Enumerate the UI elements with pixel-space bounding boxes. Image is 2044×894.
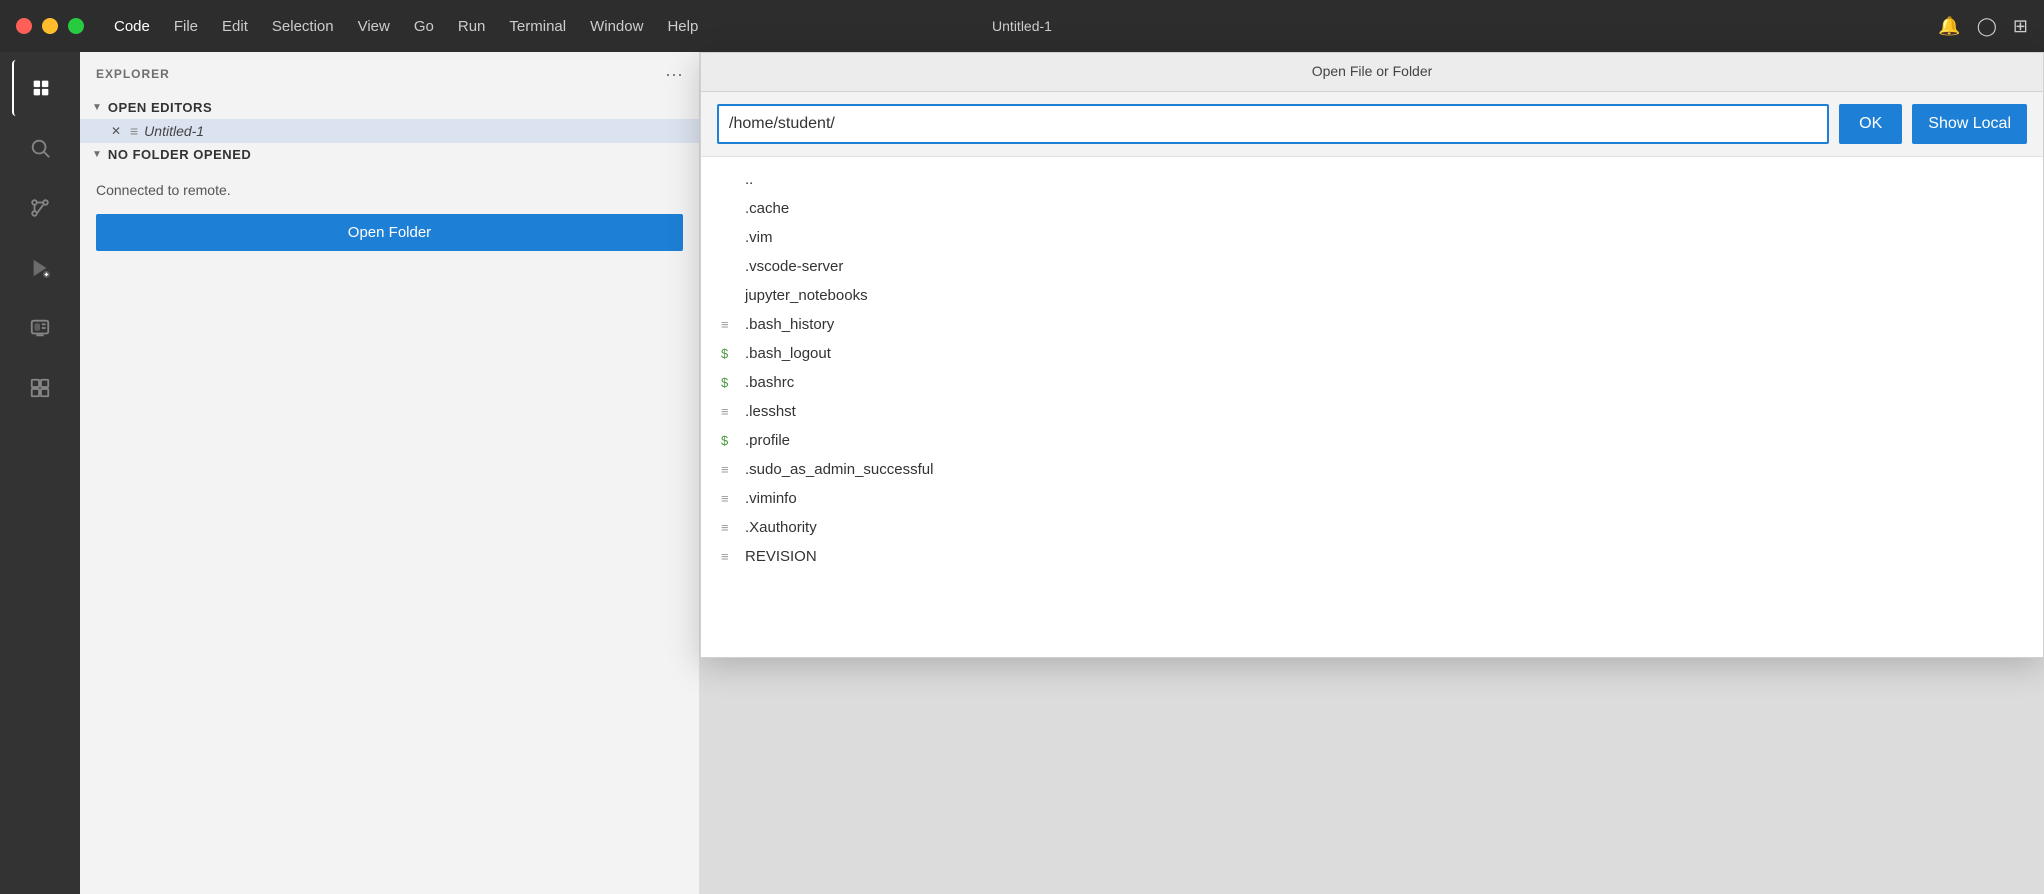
file-name: .bash_logout — [745, 345, 831, 362]
no-folder-label: NO FOLDER OPENED — [108, 147, 251, 162]
show-local-button[interactable]: Show Local — [1912, 104, 2027, 144]
menu-help[interactable]: Help — [657, 14, 708, 39]
file-name: .sudo_as_admin_successful — [745, 461, 933, 478]
file-name: .vscode-server — [745, 258, 843, 275]
list-item[interactable]: .. — [701, 165, 2043, 194]
sidebar-menu-icon[interactable]: ··· — [665, 64, 683, 85]
connected-text: Connected to remote. — [96, 182, 683, 198]
file-icon: ≡ — [721, 462, 737, 477]
title-bar-icons: 🔔 ◯ ⊞ — [1938, 16, 2028, 37]
dialog-title-bar: Open File or Folder — [701, 53, 2043, 92]
file-icon: ≡ — [721, 404, 737, 419]
file-name: .profile — [745, 432, 790, 449]
file-name: .vim — [745, 229, 773, 246]
file-name: .. — [745, 171, 753, 188]
path-input[interactable] — [717, 104, 1829, 144]
sidebar: EXPLORER ··· ▼ OPEN EDITORS ✕ ≡ Untitled… — [80, 52, 700, 894]
menu-view[interactable]: View — [348, 14, 400, 39]
maximize-button[interactable] — [68, 18, 84, 34]
file-close-icon[interactable]: ✕ — [108, 123, 124, 139]
activity-bar — [0, 52, 80, 894]
file-name: .bashrc — [745, 374, 794, 391]
profile-icon[interactable]: ◯ — [1977, 16, 1997, 37]
file-icon: ≡ — [721, 491, 737, 506]
file-name: .Xauthority — [745, 519, 817, 536]
file-name: .viminfo — [745, 490, 797, 507]
open-folder-button[interactable]: Open Folder — [96, 214, 683, 251]
open-editors-arrow: ▼ — [92, 102, 102, 113]
file-name: .cache — [745, 200, 789, 217]
list-item[interactable]: $ .bashrc — [701, 368, 2043, 397]
dialog-overlay: Open File or Folder OK Show Local .. .cac… — [700, 52, 2044, 894]
minimize-button[interactable] — [42, 18, 58, 34]
menu-code[interactable]: Code — [104, 14, 160, 39]
menu-file[interactable]: File — [164, 14, 208, 39]
untitled-file-item[interactable]: ✕ ≡ Untitled-1 — [80, 119, 699, 143]
untitled-filename: Untitled-1 — [144, 123, 204, 139]
file-icon: ≡ — [721, 549, 737, 564]
file-name: REVISION — [745, 548, 817, 565]
menu-window[interactable]: Window — [580, 14, 653, 39]
layout-icon[interactable]: ⊞ — [2013, 16, 2028, 37]
title-bar: Code File Edit Selection View Go Run Ter… — [0, 0, 2044, 52]
remote-activity-icon[interactable] — [12, 300, 68, 356]
window-title: Untitled-1 — [992, 18, 1052, 34]
explorer-activity-icon[interactable] — [12, 60, 68, 116]
file-icon: $ — [721, 375, 737, 390]
file-name: .lesshst — [745, 403, 796, 420]
traffic-lights — [16, 18, 84, 34]
search-activity-icon[interactable] — [12, 120, 68, 176]
file-icon: $ — [721, 346, 737, 361]
sidebar-header: EXPLORER ··· — [80, 52, 699, 96]
menu-go[interactable]: Go — [404, 14, 444, 39]
list-item[interactable]: ≡ REVISION — [701, 542, 2043, 571]
menu-edit[interactable]: Edit — [212, 14, 258, 39]
list-item[interactable]: jupyter_notebooks — [701, 281, 2043, 310]
list-item[interactable]: $ .profile — [701, 426, 2043, 455]
file-name: .bash_history — [745, 316, 834, 333]
list-item[interactable]: .vscode-server — [701, 252, 2043, 281]
file-icon: $ — [721, 433, 737, 448]
file-type-icon: ≡ — [130, 123, 138, 139]
list-item[interactable]: .vim — [701, 223, 2043, 252]
menu-run[interactable]: Run — [448, 14, 496, 39]
file-list: .. .cache .vim .vscode-server jupyter_notebo… — [701, 157, 2043, 657]
open-file-dialog: Open File or Folder OK Show Local .. .cac… — [700, 52, 2044, 658]
notification-icon[interactable]: 🔔 — [1938, 16, 1960, 37]
list-item[interactable]: .cache — [701, 194, 2043, 223]
editor-area: Open File or Folder OK Show Local .. .cac… — [700, 52, 2044, 894]
ok-button[interactable]: OK — [1839, 104, 1902, 144]
file-icon: ≡ — [721, 520, 737, 535]
dialog-header: OK Show Local — [701, 92, 2043, 157]
file-icon: ≡ — [721, 317, 737, 332]
no-folder-arrow: ▼ — [92, 149, 102, 160]
open-editors-section[interactable]: ▼ OPEN EDITORS — [80, 96, 699, 119]
close-button[interactable] — [16, 18, 32, 34]
list-item[interactable]: $ .bash_logout — [701, 339, 2043, 368]
no-folder-section[interactable]: ▼ NO FOLDER OPENED — [80, 143, 699, 166]
explorer-title: EXPLORER — [96, 67, 170, 81]
extensions-activity-icon[interactable] — [12, 360, 68, 416]
source-control-activity-icon[interactable] — [12, 180, 68, 236]
menu-terminal[interactable]: Terminal — [499, 14, 576, 39]
open-editors-label: OPEN EDITORS — [108, 100, 212, 115]
dialog-title: Open File or Folder — [1312, 63, 1433, 79]
menu-selection[interactable]: Selection — [262, 14, 344, 39]
main-container: EXPLORER ··· ▼ OPEN EDITORS ✕ ≡ Untitled… — [0, 52, 2044, 894]
list-item[interactable]: ≡ .Xauthority — [701, 513, 2043, 542]
list-item[interactable]: ≡ .viminfo — [701, 484, 2043, 513]
run-activity-icon[interactable] — [12, 240, 68, 296]
no-folder-content: Connected to remote. Open Folder — [80, 166, 699, 267]
list-item[interactable]: ≡ .sudo_as_admin_successful — [701, 455, 2043, 484]
list-item[interactable]: ≡ .lesshst — [701, 397, 2043, 426]
list-item[interactable]: ≡ .bash_history — [701, 310, 2043, 339]
menu-bar: Code File Edit Selection View Go Run Ter… — [104, 14, 708, 39]
file-name: jupyter_notebooks — [745, 287, 868, 304]
